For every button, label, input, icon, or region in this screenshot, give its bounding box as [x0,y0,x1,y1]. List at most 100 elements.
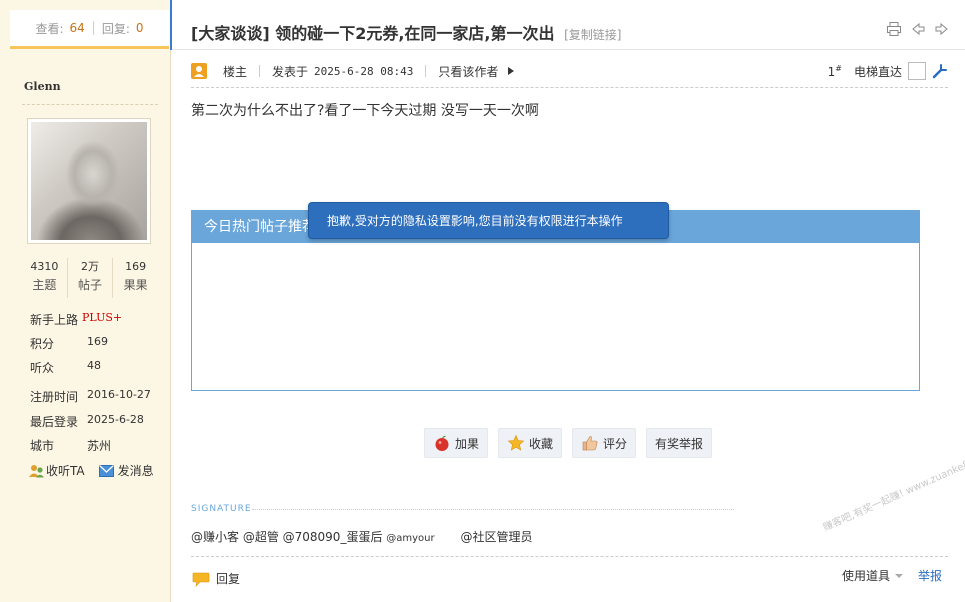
views-label: 查看: [35,21,64,36]
author-only-link[interactable]: 只看该作者 [438,63,498,80]
author-actions: 收听TA 发消息 [28,462,168,479]
thread-title-text: [大家谈谈] 领的碰一下2元券,在同一家店,第一次出 [191,24,555,43]
reg-label: 注册时间 [30,390,79,404]
count-label: 帖子 [78,278,103,292]
report-reward-label: 有奖举报 [655,436,704,451]
author-city: 城市 苏州 [30,437,111,454]
rate-button[interactable]: 评分 [572,428,637,458]
count-value: 169 [125,260,147,273]
floor-sup: # [835,63,842,73]
elevator-input[interactable] [908,62,926,80]
signature-mentions-a: @赚小客 @超管 @708090_蛋蛋后 [191,530,387,544]
meta-divider-line [191,87,948,88]
count-label: 果果 [123,278,148,292]
thread-stats: 查看: 64 回复: 0 [10,10,169,46]
points-value: 169 [87,335,108,348]
city-label: 城市 [30,439,55,453]
header-divider [172,49,965,50]
favorite-button[interactable]: 收藏 [498,428,563,458]
reply-button[interactable]: 回复 [192,570,240,587]
replies-count: 0 [135,21,144,35]
author-divider [22,104,158,105]
post-role: 楼主 [223,64,248,79]
reply-label: 回复 [216,572,241,586]
replies-label: 回复: [101,21,130,36]
prev-thread-icon[interactable] [910,21,926,37]
use-tools-label: 使用道具 [842,569,891,583]
rank-badge: PLUS+ [82,311,123,324]
use-tools-dropdown[interactable]: 使用道具 [842,567,904,584]
avatar[interactable] [27,118,151,244]
author-counts: 4310 主题 2万 帖子 169 果果 [22,258,158,298]
users-icon [29,464,44,477]
header-tools [886,21,950,37]
envelope-icon [98,464,114,477]
report-reward-button[interactable]: 有奖举报 [646,428,713,458]
author-points: 积分 169 [30,335,108,352]
count-threads[interactable]: 4310 主题 [22,258,68,298]
add-fruit-button[interactable]: 加果 [424,428,489,458]
thread-title: [大家谈谈] 领的碰一下2元券,在同一家店,第一次出 [复制链接] [191,20,621,44]
author-last-login: 最后登录 2025-6-28 [30,413,144,430]
speech-bubble-icon [192,572,210,587]
signature-label: SIGNATURE [191,504,252,514]
play-right-icon [508,67,515,75]
next-thread-icon[interactable] [934,21,950,37]
print-icon[interactable] [886,21,902,37]
star-icon [507,434,525,451]
stats-divider [92,21,94,35]
meta-divider [425,65,427,77]
site-watermark: 赚客吧,有奖一起赚! www.zuanke8.com [821,448,965,534]
author-listeners: 听众 48 [30,359,101,376]
report-link[interactable]: 举报 [918,567,942,584]
listeners-label: 听众 [30,361,55,375]
count-label: 主题 [32,278,57,292]
floor-number[interactable]: 1# [828,64,842,79]
permission-popup: 抱歉,受对方的隐私设置影响,您目前没有权限进行本操作 [308,202,669,239]
thumbs-up-icon [582,436,598,451]
signature-mentions-c: @社区管理员 [460,530,533,544]
signature-divider [252,509,734,510]
meta-divider [259,65,261,77]
header-accent-line [170,0,172,50]
signature-mentions-b: @amyour [386,533,435,544]
follow-label: 收听TA [46,464,85,478]
points-label: 积分 [30,337,55,351]
copy-link[interactable]: [复制链接] [564,28,621,42]
posted-prefix: 发表于 [272,64,309,79]
posted-time: 2025-6-28 08:43 [314,64,414,78]
views-count: 64 [69,21,85,35]
floor-tools: 1# 电梯直达 [828,62,948,80]
post-body: 第二次为什么不出了?看了一下今天过期 没写一天一次啊 [191,103,539,119]
rank-name[interactable]: 新手上路 [30,311,78,328]
follow-button[interactable]: 收听TA [28,462,85,479]
avatar-image [31,122,147,240]
signature-text: @赚小客 @超管 @708090_蛋蛋后 @amyour @社区管理员 [191,528,532,545]
login-value: 2025-6-28 [87,413,144,426]
thread-starter-icon [191,63,207,79]
author-reg-date: 注册时间 2016-10-27 [30,388,151,405]
listeners-value: 48 [87,359,101,372]
footer-divider [191,556,948,557]
message-button[interactable]: 发消息 [98,462,154,479]
post-actions: 加果 收藏 评分 有奖举报 [424,428,713,458]
stats-underline [10,46,169,49]
elevator-label: 电梯直达 [853,64,902,79]
count-value: 2万 [81,260,99,273]
favorite-label: 收藏 [529,436,554,451]
city-value: 苏州 [87,439,112,453]
author-name[interactable]: Glenn [24,80,61,93]
caret-down-icon [895,573,904,578]
rate-label: 评分 [603,436,628,451]
message-label: 发消息 [117,464,154,478]
author-rank: 新手上路 PLUS+ [30,311,122,328]
count-fruits[interactable]: 169 果果 [113,258,158,298]
count-value: 4310 [30,260,59,273]
reg-value: 2016-10-27 [87,388,151,401]
apple-icon [435,435,449,451]
elevator-go-icon[interactable] [932,63,948,79]
count-posts[interactable]: 2万 帖子 [68,258,114,298]
login-label: 最后登录 [30,415,79,429]
post-meta: 楼主 发表于 2025-6-28 08:43 只看该作者 1# 电梯直达 [191,61,948,81]
add-fruit-label: 加果 [455,436,480,451]
